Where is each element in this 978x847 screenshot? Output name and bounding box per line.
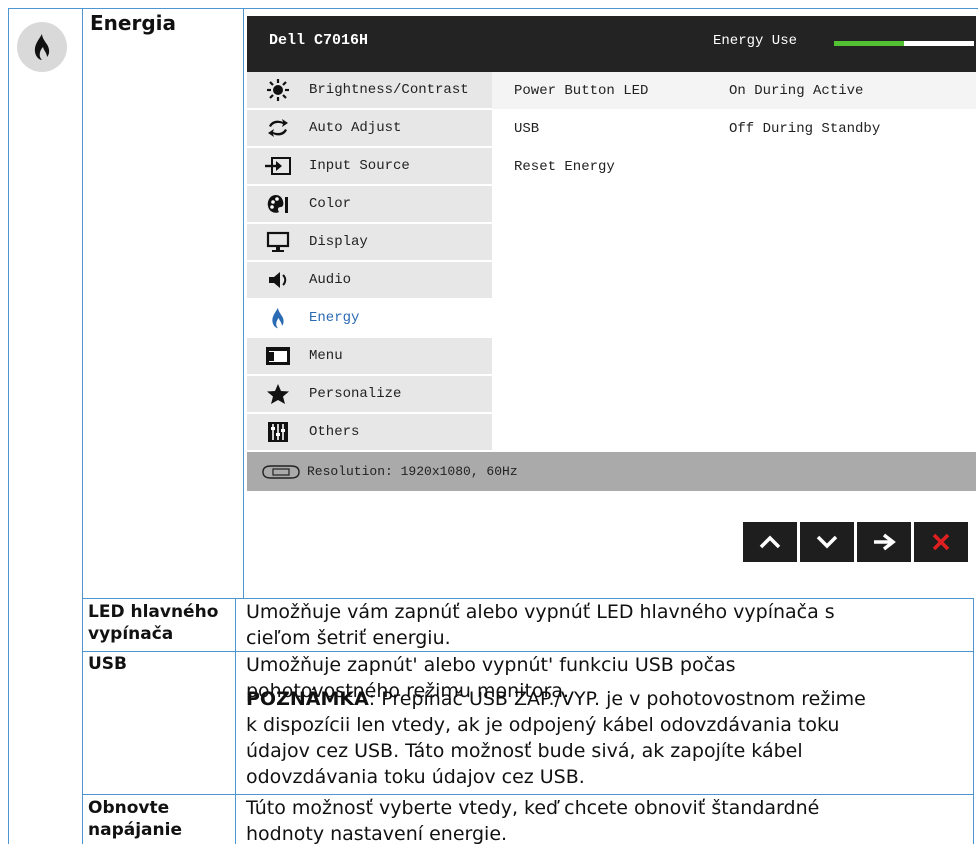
section-title: Energia: [90, 11, 176, 35]
close-x-icon: [932, 533, 950, 551]
menu-item-label: Brightness/Contrast: [309, 82, 469, 98]
osd-main-menu: Brightness/Contrast Auto Adjust Input So…: [247, 72, 492, 452]
setting-name: Reset Energy: [514, 158, 615, 175]
sun-icon: [261, 78, 295, 102]
setting-value: On During Active: [729, 82, 864, 99]
table-col-divider-1: [82, 8, 83, 844]
setting-usb[interactable]: USB Off During Standby: [492, 110, 976, 147]
menu-item-others[interactable]: Others: [247, 414, 492, 451]
energy-use-bar: [834, 41, 974, 46]
setting-reset-energy[interactable]: Reset Energy: [492, 148, 976, 185]
table-left-border: [8, 8, 9, 844]
down-arrow-icon: [816, 535, 838, 549]
menu-item-label: Energy: [309, 310, 360, 326]
energy-section-icon: [17, 22, 67, 72]
connector-icon: [261, 464, 301, 480]
menu-item-brightness-contrast[interactable]: Brightness/Contrast: [247, 72, 492, 109]
menu-item-display[interactable]: Display: [247, 224, 492, 261]
osd-nav-buttons: [743, 522, 968, 562]
setting-name: Power Button LED: [514, 82, 649, 99]
menu-item-label: Personalize: [309, 386, 402, 402]
osd-energy-submenu: Power Button LED On During Active USB Of…: [492, 72, 976, 452]
row-label-power-led: LED hlavného vypínača: [88, 602, 219, 644]
auto-adjust-icon: [261, 117, 295, 139]
menu-item-energy[interactable]: Energy: [247, 300, 492, 337]
menu-window-icon: [261, 346, 295, 366]
menu-item-audio[interactable]: Audio: [247, 262, 492, 299]
note-label: POZNÁMKA: [246, 688, 369, 710]
energy-use-bar-fill: [834, 41, 904, 46]
table-col-divider-2: [243, 8, 244, 598]
flame-icon: [261, 307, 295, 329]
table-right-border: [973, 598, 974, 844]
flame-icon: [34, 34, 50, 60]
menu-item-label: Auto Adjust: [309, 120, 402, 136]
usb-note: POZNÁMKA: Prepínač USB ZAP./VYP. je v po…: [246, 688, 866, 788]
setting-name: USB: [514, 120, 540, 137]
menu-item-label: Input Source: [309, 158, 410, 174]
setting-power-button-led[interactable]: Power Button LED On During Active: [492, 72, 976, 109]
menu-item-color[interactable]: Color: [247, 186, 492, 223]
osd-screen: Dell C7016H Energy Use Brightness/Contra…: [247, 16, 976, 491]
sliders-icon: [261, 421, 295, 443]
nav-right-button[interactable]: [857, 522, 911, 562]
menu-item-label: Display: [309, 234, 368, 250]
table-col-divider-3: [235, 598, 236, 844]
osd-header: Dell C7016H Energy Use: [247, 16, 976, 72]
monitor-icon: [261, 231, 295, 253]
nav-up-button[interactable]: [743, 522, 797, 562]
menu-item-auto-adjust[interactable]: Auto Adjust: [247, 110, 492, 147]
star-icon: [261, 383, 295, 405]
nav-close-button[interactable]: [914, 522, 968, 562]
menu-item-label: Menu: [309, 348, 343, 364]
color-palette-icon: [261, 193, 295, 215]
menu-item-menu[interactable]: Menu: [247, 338, 492, 375]
setting-value: Off During Standby: [729, 120, 881, 137]
osd-model-title: Dell C7016H: [269, 32, 369, 49]
table-top-border: [8, 8, 978, 9]
menu-item-input-source[interactable]: Input Source: [247, 148, 492, 185]
menu-item-label: Others: [309, 424, 360, 440]
row-desc-power-led: Umožňuje vám zapnúť alebo vypnúť LED hla…: [246, 601, 835, 649]
row-label-reset-power: Obnovte napájanie: [88, 798, 182, 840]
row-label-usb: USB: [88, 654, 128, 674]
row-desc-reset-power: Túto možnosť vyberte vtedy, keď chcete o…: [246, 797, 820, 845]
menu-item-label: Audio: [309, 272, 352, 288]
up-arrow-icon: [759, 535, 781, 549]
energy-use-label: Energy Use: [713, 33, 798, 49]
speaker-icon: [261, 269, 295, 291]
right-arrow-icon: [874, 533, 896, 551]
input-source-icon: [261, 156, 295, 176]
menu-item-label: Color: [309, 196, 352, 212]
nav-down-button[interactable]: [800, 522, 854, 562]
menu-item-personalize[interactable]: Personalize: [247, 376, 492, 413]
resolution-text: Resolution: 1920x1080, 60Hz: [307, 464, 518, 479]
osd-status-bar: Resolution: 1920x1080, 60Hz: [247, 452, 976, 491]
